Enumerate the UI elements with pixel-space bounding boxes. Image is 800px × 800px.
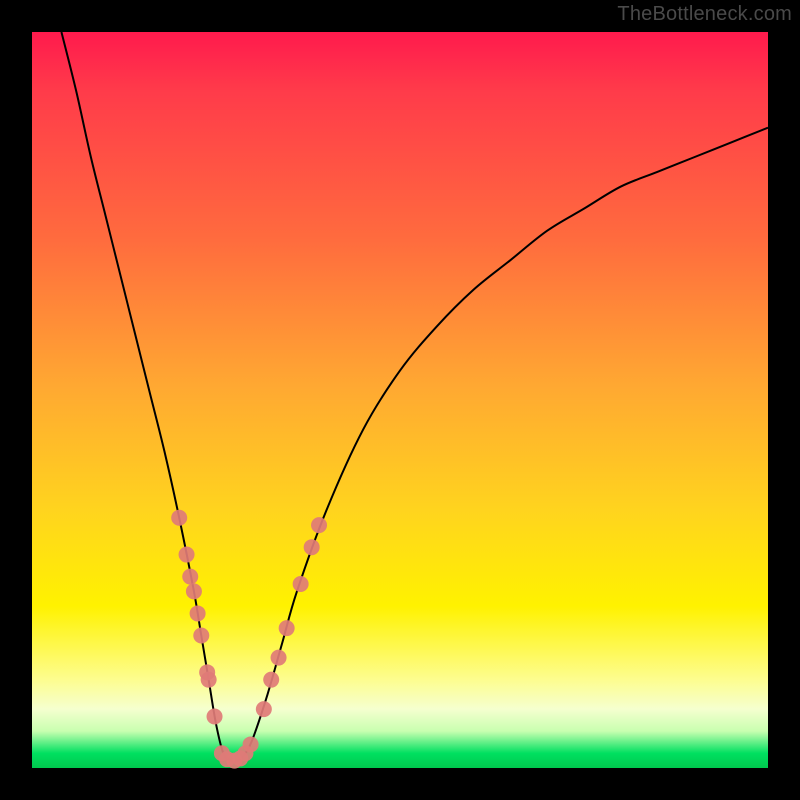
data-point: [171, 510, 187, 526]
data-point: [263, 672, 279, 688]
plot-area: [32, 32, 768, 768]
data-point: [190, 605, 206, 621]
data-markers: [171, 510, 327, 769]
bottleneck-curve-svg: [32, 32, 768, 768]
data-point: [207, 708, 223, 724]
data-point: [243, 736, 259, 752]
watermark-text: TheBottleneck.com: [617, 3, 792, 26]
data-point: [186, 583, 202, 599]
data-point: [311, 517, 327, 533]
chart-frame: TheBottleneck.com: [0, 0, 800, 800]
data-point: [182, 569, 198, 585]
bottleneck-curve: [61, 32, 768, 762]
data-point: [293, 576, 309, 592]
data-point: [201, 672, 217, 688]
data-point: [279, 620, 295, 636]
data-point: [179, 547, 195, 563]
data-point: [256, 701, 272, 717]
data-point: [271, 650, 287, 666]
data-point: [304, 539, 320, 555]
data-point: [193, 628, 209, 644]
